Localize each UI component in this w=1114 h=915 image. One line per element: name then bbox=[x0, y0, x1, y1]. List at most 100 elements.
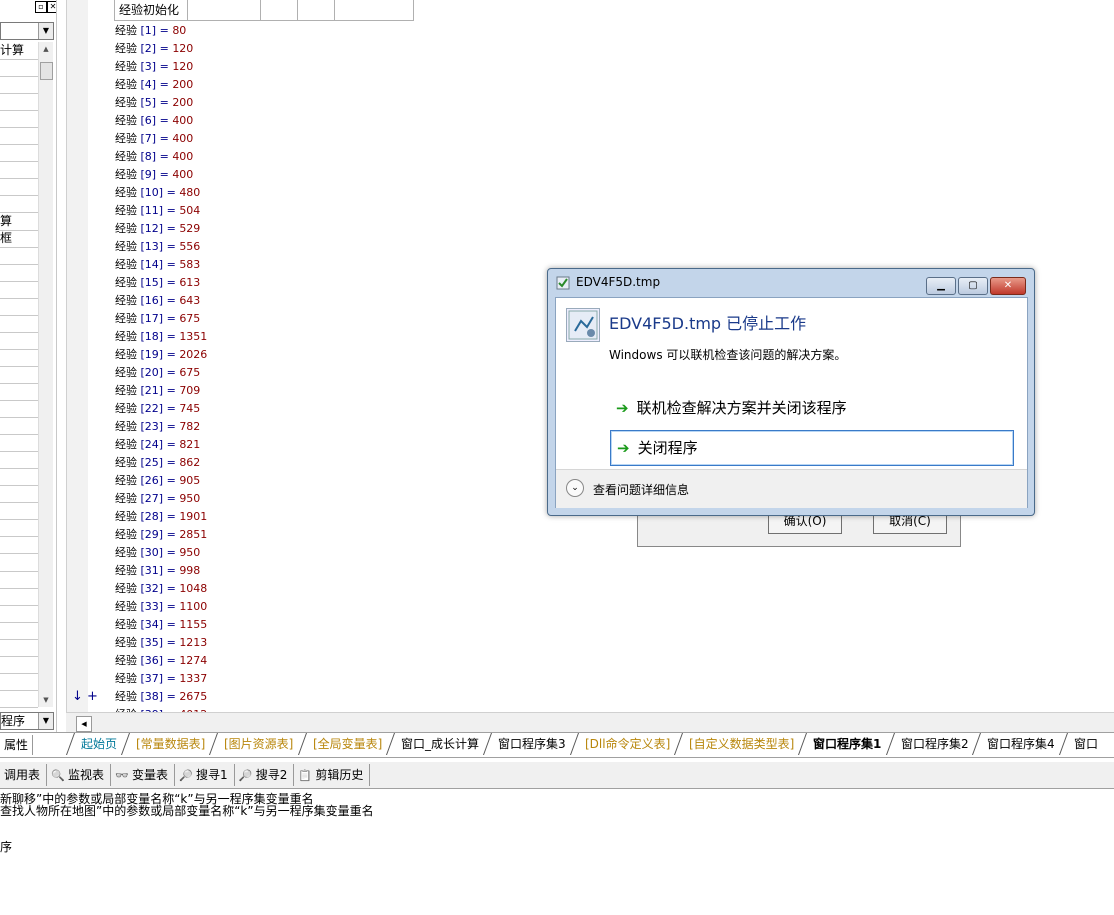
property-row[interactable] bbox=[0, 110, 38, 129]
code-line[interactable]: 经验 [35] = 1213 bbox=[115, 634, 207, 652]
property-list[interactable]: 计算算框 bbox=[0, 42, 38, 708]
check-online-option[interactable]: ➔ 联机检查解决方案并关闭该程序 bbox=[610, 391, 1012, 425]
code-line[interactable]: 经验 [28] = 1901 bbox=[115, 508, 207, 526]
property-row[interactable] bbox=[0, 554, 38, 572]
toolbar-button[interactable]: 👓 变量表 bbox=[111, 764, 176, 786]
code-line[interactable]: 经验 [13] = 556 bbox=[115, 238, 200, 256]
tab-properties[interactable]: 属性 bbox=[0, 735, 34, 755]
tab-document[interactable]: 窗口程序集4 bbox=[972, 733, 1070, 755]
bottom-combo[interactable]: 程序 ▼ bbox=[0, 712, 54, 730]
code-line[interactable]: 经验 [33] = 1100 bbox=[115, 598, 207, 616]
property-row[interactable] bbox=[0, 417, 38, 436]
code-line[interactable]: 经验 [27] = 950 bbox=[115, 490, 200, 508]
code-line[interactable]: 经验 [30] = 950 bbox=[115, 544, 200, 562]
tab-document[interactable]: [常量数据表] bbox=[121, 733, 220, 755]
code-line[interactable]: 经验 [17] = 675 bbox=[115, 310, 200, 328]
tab-document[interactable]: [Dll命令定义表] bbox=[569, 733, 685, 755]
code-line[interactable]: 经验 [16] = 643 bbox=[115, 292, 200, 310]
property-row[interactable] bbox=[0, 519, 38, 538]
code-line[interactable]: 经验 [14] = 583 bbox=[115, 256, 200, 274]
property-row[interactable]: 框 bbox=[0, 230, 38, 248]
tab-document[interactable]: [图片资源表] bbox=[209, 733, 308, 755]
toolbar-button[interactable]: 🔎 搜寻2 bbox=[235, 764, 295, 786]
property-row[interactable] bbox=[0, 247, 38, 265]
property-row[interactable] bbox=[0, 178, 38, 197]
property-row[interactable] bbox=[0, 93, 38, 112]
scroll-up-icon[interactable]: ▲ bbox=[39, 42, 53, 56]
code-line[interactable]: 经验 [23] = 782 bbox=[115, 418, 200, 436]
code-line[interactable]: 经验 [24] = 821 bbox=[115, 436, 200, 454]
property-row[interactable] bbox=[0, 639, 38, 657]
tab-document[interactable]: 窗口 bbox=[1059, 733, 1113, 755]
chevron-down-icon[interactable]: ⌄ bbox=[566, 479, 584, 497]
tab-document[interactable]: 窗口程序集1 bbox=[798, 733, 896, 755]
property-row[interactable] bbox=[0, 383, 38, 401]
code-line[interactable]: 经验 [29] = 2851 bbox=[115, 526, 207, 544]
property-row[interactable] bbox=[0, 76, 38, 95]
toolbar-button[interactable]: 调用表 bbox=[0, 764, 48, 786]
tab-document[interactable]: [全局变量表] bbox=[297, 733, 397, 755]
code-line[interactable]: 经验 [11] = 504 bbox=[115, 202, 200, 220]
property-row[interactable] bbox=[0, 571, 38, 589]
code-line[interactable]: 经验 [8] = 400 bbox=[115, 148, 193, 166]
code-line[interactable]: 经验 [2] = 120 bbox=[115, 40, 193, 58]
code-line[interactable]: 经验 [21] = 709 bbox=[115, 382, 200, 400]
code-line[interactable]: 经验 [25] = 862 bbox=[115, 454, 200, 472]
code-line[interactable]: 经验 [32] = 1048 bbox=[115, 580, 207, 598]
property-row[interactable] bbox=[0, 588, 38, 606]
property-row[interactable] bbox=[0, 144, 38, 163]
property-row[interactable] bbox=[0, 468, 38, 487]
property-row[interactable] bbox=[0, 400, 38, 419]
property-row[interactable] bbox=[0, 59, 38, 78]
close-program-option[interactable]: ➔ 关闭程序 bbox=[610, 430, 1014, 466]
property-row[interactable] bbox=[0, 605, 38, 623]
view-details-link[interactable]: 查看问题详细信息 bbox=[593, 481, 689, 498]
gutter-arrows[interactable]: ↓ + bbox=[72, 689, 98, 704]
property-row[interactable] bbox=[0, 281, 38, 299]
code-line[interactable]: 经验 [31] = 998 bbox=[115, 562, 200, 580]
scroll-down-icon[interactable]: ▼ bbox=[39, 693, 53, 707]
scroll-thumb[interactable] bbox=[40, 62, 53, 80]
toolbar-button[interactable]: 🔎 搜寻1 bbox=[175, 764, 235, 786]
code-line[interactable]: 经验 [15] = 613 bbox=[115, 274, 200, 292]
object-combo[interactable]: ▼ bbox=[0, 22, 54, 40]
property-row[interactable] bbox=[0, 451, 38, 470]
property-row[interactable] bbox=[0, 622, 38, 640]
code-line[interactable]: 经验 [18] = 1351 bbox=[115, 328, 207, 346]
tab-document[interactable]: [自定义数据类型表] bbox=[674, 733, 809, 755]
code-line[interactable]: 经验 [19] = 2026 bbox=[115, 346, 207, 364]
code-line[interactable]: 经验 [20] = 675 bbox=[115, 364, 200, 382]
code-line[interactable]: 经验 [1] = 80 bbox=[115, 22, 186, 40]
chevron-down-icon[interactable]: ▼ bbox=[38, 23, 53, 39]
minimize-icon[interactable]: ▁ bbox=[926, 277, 956, 295]
code-line[interactable]: 经验 [37] = 1337 bbox=[115, 670, 207, 688]
property-row[interactable] bbox=[0, 332, 38, 350]
code-line[interactable]: 经验 [4] = 200 bbox=[115, 76, 193, 94]
tab-document[interactable]: 窗口_成长计算 bbox=[386, 733, 494, 755]
code-line[interactable]: 经验 [26] = 905 bbox=[115, 472, 200, 490]
property-row[interactable] bbox=[0, 434, 38, 453]
editor-hscrollbar[interactable]: ◀ bbox=[66, 712, 1114, 733]
property-scrollbar[interactable]: ▲ ▼ bbox=[38, 42, 53, 707]
scroll-left-icon[interactable]: ◀ bbox=[76, 716, 92, 732]
property-row[interactable] bbox=[0, 264, 38, 282]
toolbar-button[interactable]: 🔍 监视表 bbox=[47, 764, 112, 786]
close-icon[interactable]: ✕ bbox=[47, 1, 56, 13]
code-line[interactable]: 经验 [10] = 480 bbox=[115, 184, 200, 202]
toolbar-button[interactable]: 📋 剪辑历史 bbox=[294, 764, 371, 786]
property-row[interactable] bbox=[0, 485, 38, 504]
restore-icon[interactable]: ▫ bbox=[35, 1, 47, 13]
code-line[interactable]: 经验 [34] = 1155 bbox=[115, 616, 207, 634]
code-line[interactable]: 经验 [22] = 745 bbox=[115, 400, 200, 418]
chevron-down-icon[interactable]: ▼ bbox=[38, 713, 53, 729]
property-row[interactable] bbox=[0, 536, 38, 555]
code-line[interactable]: 经验 [36] = 1274 bbox=[115, 652, 207, 670]
property-row[interactable] bbox=[0, 161, 38, 180]
code-line[interactable]: 经验 [9] = 400 bbox=[115, 166, 193, 184]
property-row[interactable] bbox=[0, 195, 38, 214]
property-row[interactable]: 算 bbox=[0, 213, 38, 231]
property-row[interactable] bbox=[0, 502, 38, 521]
code-line[interactable]: 经验 [3] = 120 bbox=[115, 58, 193, 76]
close-icon[interactable]: ✕ bbox=[990, 277, 1026, 295]
property-row[interactable] bbox=[0, 673, 38, 691]
